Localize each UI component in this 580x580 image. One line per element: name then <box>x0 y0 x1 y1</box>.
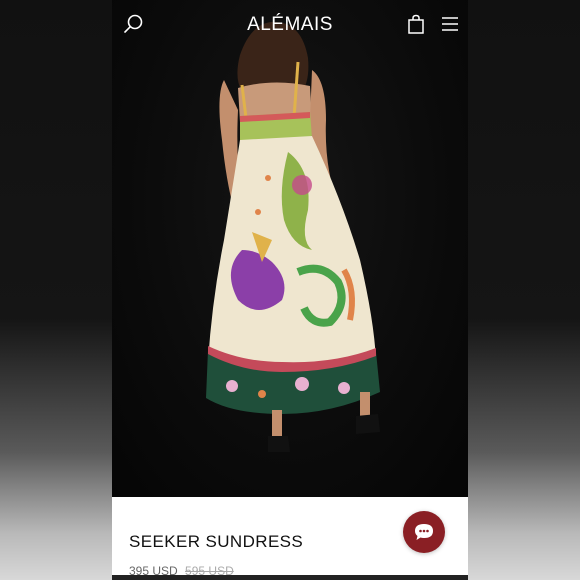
chat-button[interactable] <box>403 511 445 553</box>
bottom-edge <box>112 575 468 580</box>
product-title: SEEKER SUNDRESS <box>129 532 304 551</box>
hamburger-menu-icon[interactable] <box>438 12 462 36</box>
shopping-bag-icon[interactable] <box>404 12 428 36</box>
product-photo[interactable] <box>112 0 468 497</box>
app-screen: ALÉMAIS SEEKER SUNDRESS 395 USD 595 USD <box>112 0 468 580</box>
product-info: SEEKER SUNDRESS 395 USD 595 USD <box>112 497 468 580</box>
dress-illustration <box>206 21 380 452</box>
chat-bubble-icon <box>415 524 433 540</box>
brand-logo[interactable]: ALÉMAIS <box>247 14 333 36</box>
background-left <box>0 0 112 580</box>
search-icon[interactable] <box>122 12 146 36</box>
top-nav: ALÉMAIS <box>112 0 468 50</box>
background-right <box>468 0 580 580</box>
